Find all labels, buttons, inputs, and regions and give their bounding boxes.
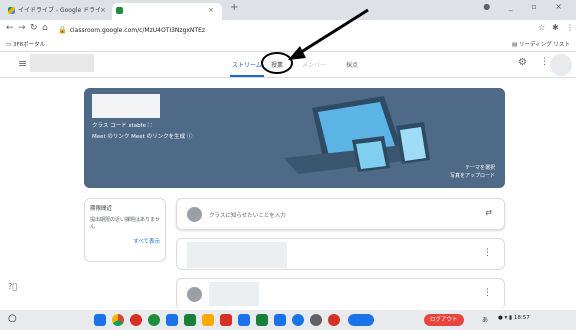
meet-generate-link[interactable]: Meet のリンクを生成: [131, 134, 185, 140]
gmail-app-icon[interactable]: [130, 314, 142, 326]
camera-app-icon[interactable]: [292, 314, 304, 326]
clock: 18:57: [513, 315, 530, 321]
annotation-arrowhead: [288, 46, 306, 60]
files-app-icon[interactable]: [94, 314, 106, 326]
annotation-circle: [261, 52, 293, 74]
screencast-app-icon[interactable]: [328, 314, 340, 326]
photos-app-icon[interactable]: [310, 314, 322, 326]
drive-app-icon[interactable]: [148, 314, 160, 326]
ime-indicator-icon[interactable]: あ: [482, 315, 488, 324]
launcher-icon[interactable]: ○: [8, 313, 17, 324]
meet-app-icon[interactable]: [238, 314, 250, 326]
fullscreen-icon[interactable]: ⛶: [148, 123, 152, 129]
upload-photo-link[interactable]: 写真をアップロード: [450, 172, 495, 180]
upcoming-card: 期限間近 提出期限の近い課題はありません すべて表示: [84, 198, 166, 262]
upcoming-title: 期限間近: [90, 206, 113, 212]
repost-icon[interactable]: ⇄: [485, 208, 492, 217]
calendar-app-icon[interactable]: [274, 314, 286, 326]
post-content-redacted: [187, 242, 287, 268]
meet-row: Meet のリンク Meet のリンクを生成 ⓘ: [92, 132, 192, 140]
meet-link-label: Meet のリンク: [92, 134, 130, 140]
stream-post[interactable]: ⋮: [176, 238, 505, 270]
more-options-icon[interactable]: ⋮: [483, 288, 492, 298]
os-shelf: ○ ログアウト あ ● ▾ ▮ 18:57: [0, 310, 576, 330]
status-icons: ● ▾ ▮: [498, 315, 514, 321]
chrome-app-icon[interactable]: [112, 314, 124, 326]
more-options-icon[interactable]: ⋮: [483, 248, 492, 258]
logout-button[interactable]: ログアウト: [424, 314, 464, 326]
class-title-redacted: [92, 94, 160, 118]
announce-placeholder: クラスに知らせたいことを入力: [209, 213, 286, 219]
info-icon[interactable]: ⓘ: [187, 134, 193, 140]
post-content-redacted: [209, 282, 259, 306]
classroom-app-icon[interactable]: [256, 314, 268, 326]
youtube-app-icon[interactable]: [220, 314, 232, 326]
upcoming-text: 提出期限の近い課題はありません: [90, 217, 160, 230]
announcement-composer[interactable]: クラスに知らせたいことを入力 ⇄: [176, 198, 505, 230]
avatar: [187, 207, 202, 222]
help-icon[interactable]: ?⃝: [8, 282, 17, 291]
class-code-value: xtabfe: [128, 123, 146, 129]
sheets-app-icon[interactable]: [184, 314, 196, 326]
avatar: [187, 287, 202, 302]
docs-app-icon[interactable]: [166, 314, 178, 326]
banner-customize: テーマを選択 写真をアップロード: [450, 164, 495, 180]
stream-post[interactable]: ⋮: [176, 278, 505, 310]
status-tray[interactable]: ● ▾ ▮ 18:57: [498, 315, 530, 321]
view-all-link[interactable]: すべて表示: [90, 237, 160, 245]
class-banner: クラス コード xtabfe ⛶ Meet のリンク Meet のリンクを生成 …: [84, 88, 505, 188]
app-icon[interactable]: [348, 314, 374, 326]
slides-app-icon[interactable]: [202, 314, 214, 326]
class-code-label: クラス コード: [92, 123, 127, 129]
annotation-arrow-line: [297, 8, 369, 56]
class-code-row: クラス コード xtabfe ⛶: [92, 121, 152, 130]
select-theme-link[interactable]: テーマを選択: [450, 164, 495, 172]
